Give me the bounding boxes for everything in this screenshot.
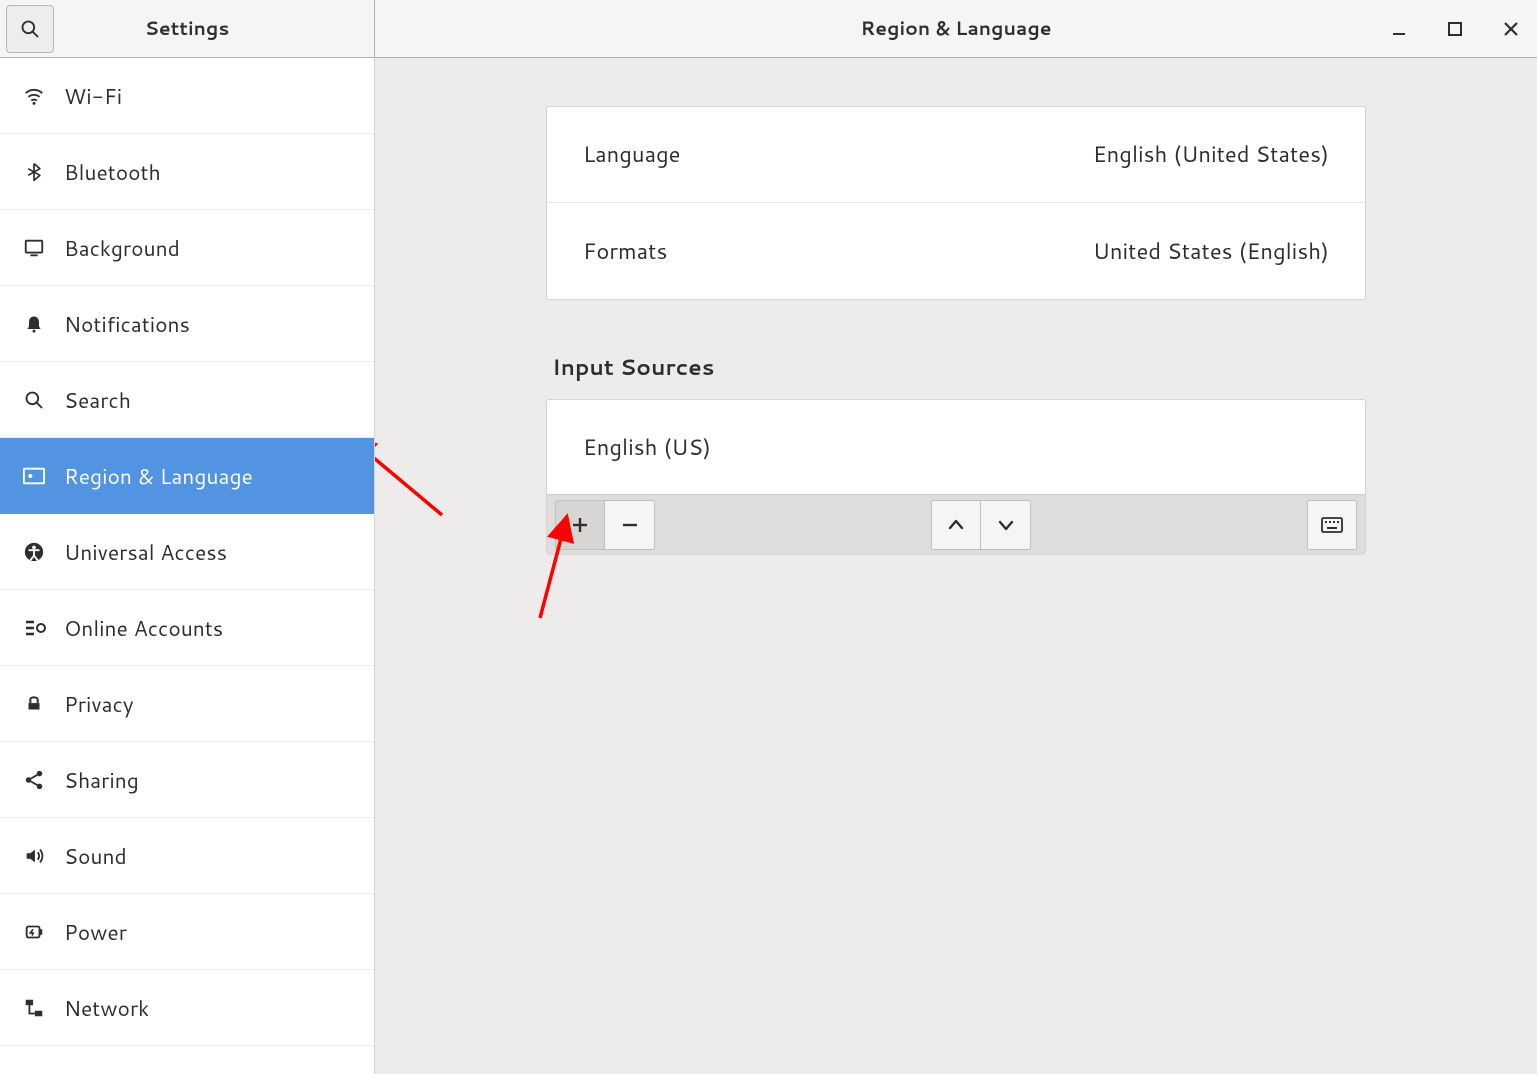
search-button[interactable] <box>6 5 54 53</box>
keyboard-layout-group <box>1307 500 1357 550</box>
input-sources-title: Input Sources <box>552 352 1366 383</box>
bluetooth-icon <box>22 161 46 183</box>
sidebar-item-label: Privacy <box>64 689 134 719</box>
move-down-button[interactable] <box>981 500 1031 550</box>
wifi-icon <box>22 85 46 107</box>
body: Wi-Fi Bluetooth Background Notifications <box>0 58 1537 1074</box>
keyboard-icon <box>1321 517 1343 533</box>
minus-icon <box>621 516 639 534</box>
sidebar-item-notifications[interactable]: Notifications <box>0 286 374 362</box>
language-formats-list: Language English (United States) Formats… <box>546 106 1366 300</box>
page-title: Region & Language <box>375 15 1537 42</box>
sidebar-item-label: Universal Access <box>64 537 227 567</box>
maximize-icon <box>1448 22 1462 36</box>
settings-window: Settings Region & Language <box>0 0 1537 1074</box>
language-row[interactable]: Language English (United States) <box>547 107 1365 203</box>
maximize-button[interactable] <box>1441 15 1469 43</box>
sidebar-item-region-language[interactable]: Region & Language <box>0 438 374 514</box>
sidebar-item-label: Sharing <box>64 765 139 795</box>
sidebar-item-bluetooth[interactable]: Bluetooth <box>0 134 374 210</box>
notifications-icon <box>22 313 46 335</box>
input-sources-box: English (US) <box>546 399 1366 555</box>
chevron-up-icon <box>947 516 965 534</box>
network-icon <box>22 997 46 1019</box>
close-icon <box>1503 21 1519 37</box>
sidebar-item-privacy[interactable]: Privacy <box>0 666 374 742</box>
search-icon <box>22 390 46 410</box>
sidebar-item-sound[interactable]: Sound <box>0 818 374 894</box>
add-remove-group <box>555 500 655 550</box>
sidebar-item-label: Network <box>64 993 149 1023</box>
universal-access-icon <box>22 541 46 563</box>
formats-row[interactable]: Formats United States (English) <box>547 203 1365 299</box>
online-accounts-icon <box>22 618 46 638</box>
minimize-button[interactable] <box>1385 15 1413 43</box>
sidebar-item-label: Wi-Fi <box>64 81 122 111</box>
sidebar-item-sharing[interactable]: Sharing <box>0 742 374 818</box>
power-icon <box>22 921 46 943</box>
sound-icon <box>22 845 46 867</box>
language-value: English (United States) <box>1093 139 1329 170</box>
input-sources-toolbar <box>547 494 1365 554</box>
privacy-icon <box>22 693 46 715</box>
chevron-down-icon <box>997 516 1015 534</box>
window-controls <box>1385 15 1525 43</box>
sidebar-item-label: Sound <box>64 841 127 871</box>
sidebar-item-label: Power <box>64 917 127 947</box>
minimize-icon <box>1391 21 1407 37</box>
sharing-icon <box>22 769 46 791</box>
region-language-icon <box>22 467 46 485</box>
move-up-button[interactable] <box>931 500 981 550</box>
content-area: Language English (United States) Formats… <box>375 58 1537 1074</box>
region-language-panel: Language English (United States) Formats… <box>546 106 1366 555</box>
titlebar-right: Region & Language <box>375 0 1537 57</box>
show-keyboard-layout-button[interactable] <box>1307 500 1357 550</box>
move-group <box>931 500 1031 550</box>
arrow-to-sidebar-item <box>375 438 442 515</box>
sidebar: Wi-Fi Bluetooth Background Notifications <box>0 58 375 1074</box>
sidebar-item-label: Online Accounts <box>64 613 223 643</box>
sidebar-item-wifi[interactable]: Wi-Fi <box>0 58 374 134</box>
sidebar-item-label: Search <box>64 385 131 415</box>
search-icon <box>20 19 40 39</box>
sidebar-item-label: Background <box>64 233 180 263</box>
plus-icon <box>571 516 589 534</box>
input-source-label: English (US) <box>583 432 711 463</box>
close-button[interactable] <box>1497 15 1525 43</box>
sidebar-item-online-accounts[interactable]: Online Accounts <box>0 590 374 666</box>
sidebar-item-label: Bluetooth <box>64 157 161 187</box>
remove-input-source-button[interactable] <box>605 500 655 550</box>
language-label: Language <box>583 139 681 170</box>
titlebar-left: Settings <box>0 0 375 57</box>
sidebar-item-power[interactable]: Power <box>0 894 374 970</box>
background-icon <box>22 237 46 259</box>
formats-value: United States (English) <box>1093 236 1329 267</box>
sidebar-item-background[interactable]: Background <box>0 210 374 286</box>
add-input-source-button[interactable] <box>555 500 605 550</box>
sidebar-item-search[interactable]: Search <box>0 362 374 438</box>
formats-label: Formats <box>583 236 667 267</box>
sidebar-title: Settings <box>0 15 374 42</box>
sidebar-item-label: Notifications <box>64 309 190 339</box>
input-source-row[interactable]: English (US) <box>547 400 1365 494</box>
sidebar-item-label: Region & Language <box>64 461 253 491</box>
sidebar-item-network[interactable]: Network <box>0 970 374 1046</box>
titlebar: Settings Region & Language <box>0 0 1537 58</box>
sidebar-item-universal-access[interactable]: Universal Access <box>0 514 374 590</box>
